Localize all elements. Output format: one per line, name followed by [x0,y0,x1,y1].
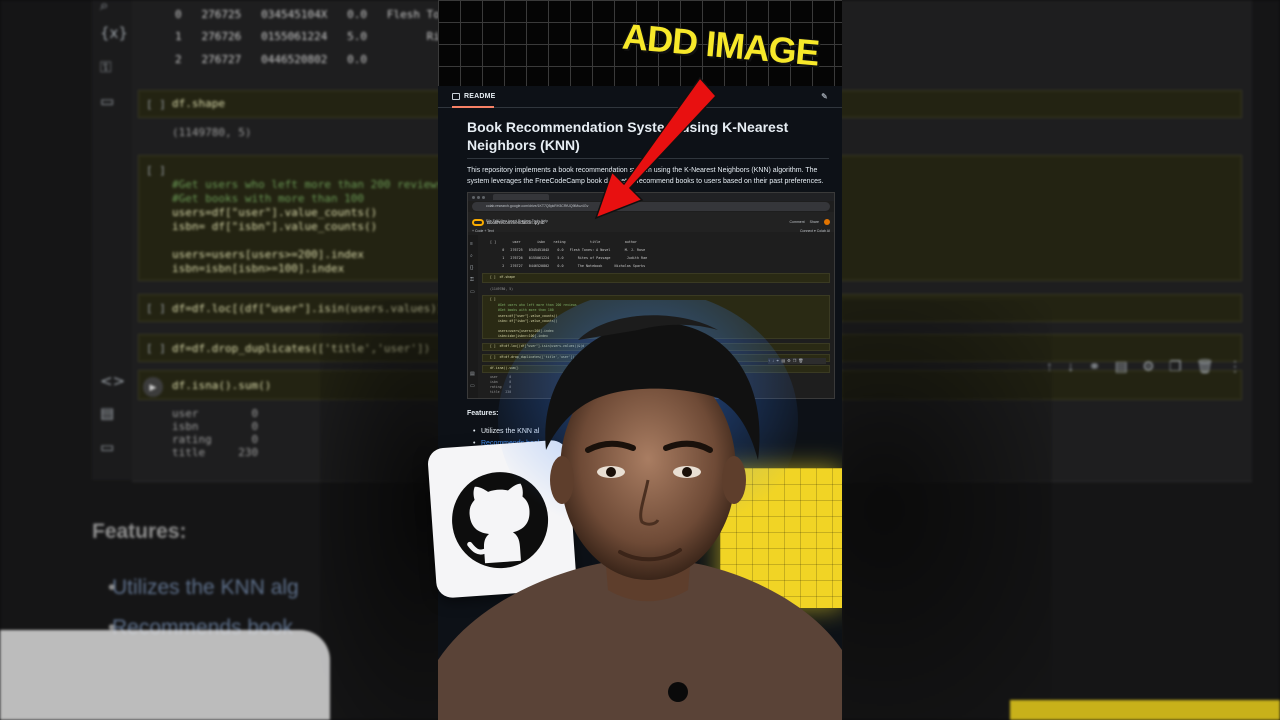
move-down-icon: ↓ [1067,358,1075,374]
link-icon: ⚭ [1088,358,1101,374]
avatar [824,219,830,225]
connect-button: Connect ▾ Colab AI [800,229,830,233]
code-cell [482,273,830,283]
colab-menubar: File Edit View Insert Runtime Tools Help [486,219,549,223]
cell-bracket: [ ] [146,98,166,111]
share-button: Share [809,220,819,224]
cell-bracket: [ ] [146,342,166,355]
presenter-photo [438,300,842,720]
cell-bracket: [ ] [146,302,166,315]
bg-cell-toolbar: ↑ ↓ ⚭ ▤ ⚙ ❐ 🗑 ⋮ [1046,358,1242,378]
readme-tab[interactable]: README [464,93,496,100]
add-cell-buttons: + Code + Text [472,229,494,233]
video-frame: ⌕ {x} ⚿ ▭ <> ▤ ▭ 0 276725 034545104X 0.0… [0,0,1280,720]
cell-bracket: [ ] [146,164,166,177]
bg-yellow-strip [1010,700,1280,720]
cell-code: df.isna().sum() [172,379,272,392]
cell-comment: #Get users who left more than 200 review… [172,178,444,191]
key-icon: ⚿ [100,58,112,76]
cell-code: df.shape [172,97,225,110]
variables-icon: {x} [100,24,128,42]
command-palette-icon: ▤ [100,404,115,422]
bg-shadow-right [842,300,1052,720]
cell-output: (1149780, 5) [172,126,252,139]
gear-icon: ⚙ [1142,358,1155,374]
cell-output: user 0 isbn 0 rating 0 title 230 [172,407,259,459]
bg-features-heading: Features: [92,520,187,543]
more-icon: ⋮ [1227,358,1242,374]
red-arrow-icon [594,76,718,220]
folder-icon: ▭ [100,92,115,110]
cell-code: users=df["user"].value_counts() isbn= df… [172,206,378,275]
cell-output: (1149780, 5) [490,287,514,291]
comment-icon: ▤ [1114,358,1128,374]
colab-logo-icon [472,218,484,226]
run-cell-icon: ▶ [143,377,163,397]
active-tab-underline [452,106,494,108]
code-snippets-icon: <> [100,372,126,390]
bg-github-card-blur [0,630,330,720]
copy-icon: ❐ [1169,358,1182,374]
edit-pencil-icon[interactable]: ✎ [821,92,828,101]
book-icon [452,93,460,100]
bg-feature-item: Utilizes the KNN alg [108,576,299,600]
cell-comment: #Get books with more than 100 [172,192,365,205]
search-icon: ⌕ [100,0,109,14]
trash-icon: 🗑 [1195,358,1214,374]
terminal-icon: ▭ [100,438,115,456]
bg-sidebar: ⌕ {x} ⚿ ▭ <> ▤ ▭ [92,0,132,480]
cell-code: [ ] df.shape [490,275,515,279]
dataframe-table: [ ] user isbn rating title author 0 2767… [490,240,648,268]
comment-button: Comment [789,220,805,224]
